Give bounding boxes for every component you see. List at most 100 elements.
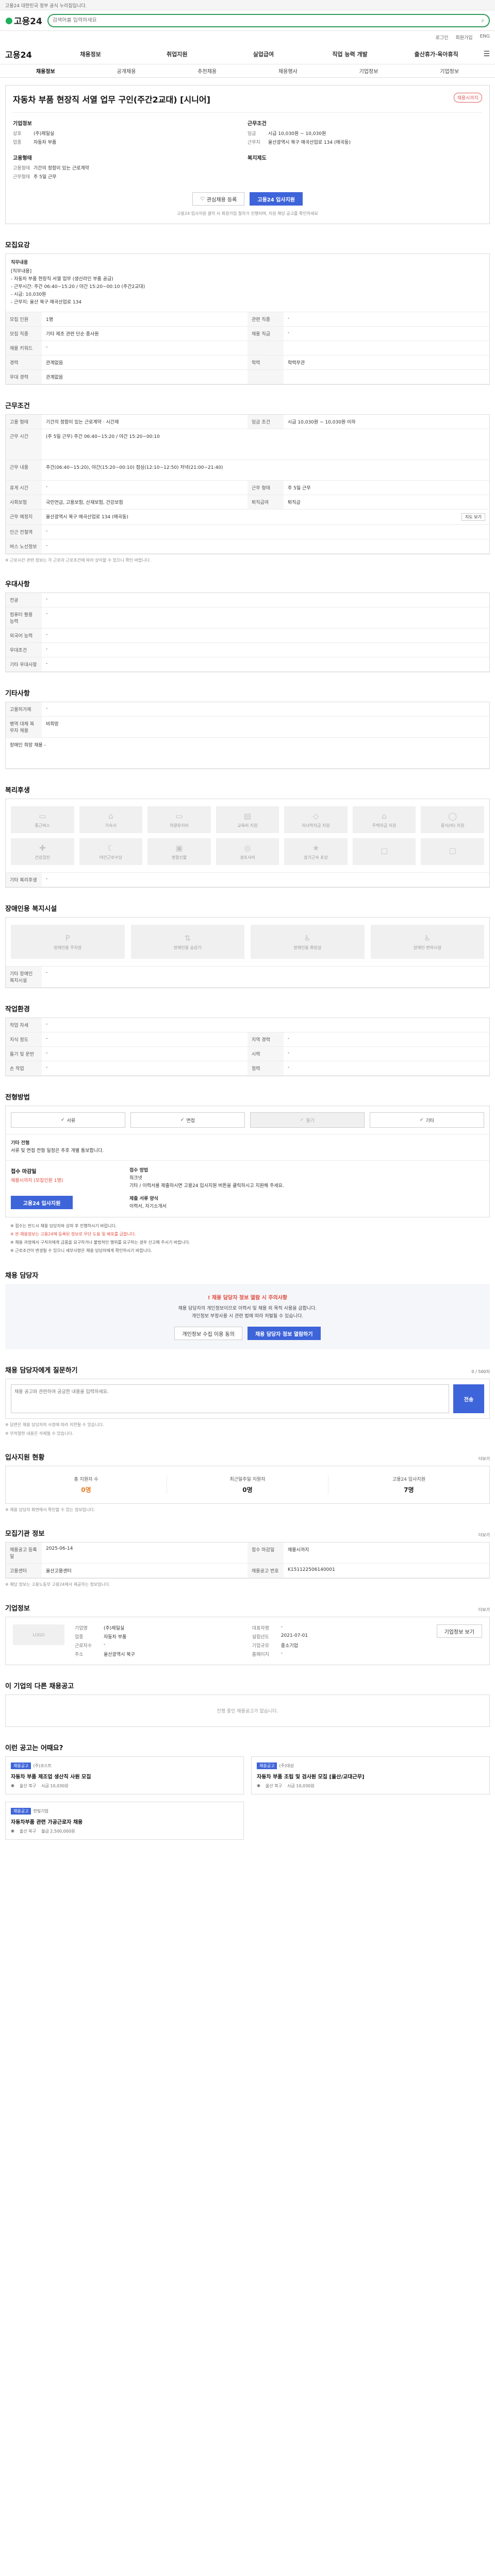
method-interview: ✓ 면접 <box>130 1112 245 1128</box>
company-more-link[interactable]: 더보기 <box>478 1607 490 1613</box>
check-icon: ✓ <box>180 1117 185 1123</box>
view-contact-button[interactable]: 채용 담당자 정보 열람하기 <box>247 1327 321 1340</box>
deadline-date: 채용시까지 (모집인원 1명) <box>11 1178 63 1183</box>
disabled-section-title: 장애인용 복지시설 <box>5 905 57 913</box>
nav-item-leave[interactable]: 출산휴가·육아휴직 <box>393 50 480 58</box>
company-info-button[interactable]: 기업정보 보기 <box>436 1624 482 1638</box>
welfare-item: ▢ <box>352 838 416 865</box>
warning-icon: ! <box>207 1295 210 1301</box>
warning-list: ※ 접수는 반드시 채용 담당자와 상의 후 진행하시기 바랍니다. ※ 본 채… <box>10 1224 190 1253</box>
cap-icon: ◇ <box>312 811 319 821</box>
recommend-list: 채용공고 (주)코스트 자동차 부품 제조업 생산직 사원 모집 ◉ 울산 북구 시급… <box>5 1756 490 1840</box>
disabled-item: ⇅ 장애인용 승강기 <box>130 925 244 959</box>
save-job-button[interactable]: ♡ 관심채용 등록 <box>192 192 245 206</box>
work-table: 고용 형태 기간의 정함이 있는 근로계약 · 시간제 임금 조건 시급 10,030… <box>6 415 489 554</box>
welfare-item: ★ 장기근속 포상 <box>284 838 348 865</box>
check-icon: ✓ <box>419 1117 424 1123</box>
welfare-title: 복지제도 <box>248 156 267 161</box>
subnav-item-4[interactable]: 기업정보 <box>328 67 409 75</box>
welfare-section-title: 복리후생 <box>5 787 30 794</box>
gift-icon: ▣ <box>175 843 183 853</box>
nav-item-support[interactable]: 취업지원 <box>134 50 220 58</box>
method-other: ✓ 기타 <box>370 1112 484 1128</box>
stats-section-title: 입사지원 현황 <box>5 1454 45 1462</box>
subnav-item-3[interactable]: 채용행사 <box>248 67 328 75</box>
apply-button[interactable]: 고용24 입사지원 <box>250 192 303 206</box>
recommend-card[interactable]: 채용공고 한빛기업 자동차부품 관련 가공근로자 채용 ◉ 울산 북구 월급 2,50… <box>5 1802 244 1840</box>
site-logo[interactable]: ● 고용24 <box>5 14 42 27</box>
recruit-table: 모집 인원 1명 관련 직종 - 모집 직종 기타 제조 관련 단순 종사원 채용 직급 -… <box>6 312 489 384</box>
signup-link[interactable]: 회원가입 <box>455 34 472 41</box>
lang-link[interactable]: ENG <box>480 34 490 41</box>
welfare-item: ◇ 자녀학자금 지원 <box>284 806 348 833</box>
consent-button[interactable]: 개인정보 수집 이용 동의 <box>174 1327 242 1340</box>
recommend-card[interactable]: 채용공고 (주)코스트 자동차 부품 제조업 생산직 사원 모집 ◉ 울산 북구 시급… <box>5 1756 244 1794</box>
search-icon[interactable]: ⌕ <box>481 16 485 24</box>
check-icon: ✓ <box>60 1117 65 1123</box>
elevator-icon: ⇅ <box>184 933 191 943</box>
welfare-item: ▣ 명절선물 <box>147 838 211 865</box>
login-link[interactable]: 로그인 <box>436 34 449 41</box>
welfare-item: ▤ 교육비 지원 <box>216 806 279 833</box>
env-section-title: 작업환경 <box>5 1006 30 1013</box>
other-box: 고용허가제 - 병역 대체 복무자 채용 비희망 장애인 희망 채용 - <box>5 702 490 769</box>
facility-icon: ♿ <box>424 933 431 943</box>
method-section-title: 전형방법 <box>5 1094 30 1101</box>
book-icon: ▤ <box>243 811 252 821</box>
apply-button-bottom[interactable]: 고용24 입사지원 <box>11 1196 73 1209</box>
info-box: 채용공고 등록일 2025-06-14 접수 마감일 채용시까지 고용센터 울산고용센터… <box>5 1542 490 1579</box>
contact-notice: ! 채용 담당자 정보 열람 시 주의사항 채용 담당자의 개인정보이므로 이력… <box>5 1284 490 1349</box>
stats-box: 총 지원자 수 0명 최근일주일 지원자 0명 고용24 입사지원 7명 <box>5 1466 490 1504</box>
apply-note: 고용24 입사지원 클릭 시 회원가입 절차가 진행되며, 지원 해당 공고를 … <box>177 211 318 216</box>
welfare-item: ◎ 경조사비 <box>216 838 279 865</box>
welfare-item: ▭ 차량유지비 <box>147 806 211 833</box>
map-view-button[interactable]: 지도 보기 <box>461 513 485 521</box>
job-title: 자동차 부품 현장직 서열 업무 구인(주간2교대) [시니어] <box>13 95 210 105</box>
disabled-box: P 장애인용 주차장 ⇅ 장애인용 승강기 ♿ 장애인용 화장실 ♿ 장애인 편의시설 … <box>5 917 490 988</box>
recommend-section-title: 이런 공고는 어때요? <box>5 1744 63 1752</box>
stats-more-link[interactable]: 더보기 <box>478 1456 490 1462</box>
meal-icon: ◯ <box>448 811 457 821</box>
nav-item-jobs[interactable]: 채용정보 <box>47 50 134 58</box>
welfare-item: ▢ <box>421 838 484 865</box>
welfare-item: ✚ 건강검진 <box>11 838 74 865</box>
method-box: ✓ 서류 ✓ 면접 ✓ 필기 ✓ 기타 기타 전형 서류 및 면접 전형 일정은 추후 … <box>5 1106 490 1217</box>
info-more-link[interactable]: 더보기 <box>478 1532 490 1538</box>
send-button[interactable]: 전송 <box>453 1384 484 1413</box>
deadline-badge: 채용시까지 <box>453 93 482 103</box>
env-box: 작업 자세 - 지식 정도 - 지역 경력 - 들기 및 운반 - 시력 - 손 작업 - 청력 - <box>5 1018 490 1076</box>
moon-icon: ☾ <box>107 843 114 853</box>
hamburger-icon[interactable]: ☰ <box>480 50 490 58</box>
house-icon: ⌂ <box>108 811 113 821</box>
nav-item-benefit[interactable]: 실업급여 <box>220 50 307 58</box>
work-note: ※ 근로시간 관련 정보는 각 근로자 근로조건에 따라 상이할 수 있으니 확… <box>5 558 151 563</box>
nav-logo[interactable]: 고용24 <box>5 48 32 60</box>
disabled-item: ♿ 장애인 편의시설 <box>370 925 484 959</box>
contact-section-title: 채용 담당자 <box>5 1272 39 1280</box>
welfare-item: ☾ 야간근로수당 <box>79 838 143 865</box>
recommend-card[interactable]: 채용공고 (주)대성 자동차 부품 조립 및 검사원 모집 [울산/교대근무] ◉… <box>251 1756 490 1794</box>
subnav-item-5[interactable]: 기업정보 <box>409 67 490 75</box>
util-bar: 로그인 회원가입 ENG <box>0 31 495 44</box>
blank-icon: ▢ <box>449 846 456 855</box>
welfare-item: ⌂ 기숙사 <box>79 806 143 833</box>
recruit-box: 직무내용 [직무내용] - 자동차 부품 현장직 서열 업무 (생산라인 부품 … <box>5 253 490 385</box>
work-section-title: 근무조건 <box>5 402 30 410</box>
recruit-type-title: 고용형태 <box>13 156 32 161</box>
nav-item-training[interactable]: 직업 능력 개발 <box>307 50 393 58</box>
blank-icon: ▢ <box>381 846 388 855</box>
subnav-item-2[interactable]: 추천채용 <box>167 67 248 75</box>
search-input[interactable] <box>52 18 482 23</box>
disabled-item: ♿ 장애인용 화장실 <box>251 925 365 959</box>
inquiry-textarea[interactable] <box>11 1384 449 1413</box>
welfare-item: ▭ 통근버스 <box>11 806 74 833</box>
subnav-item-1[interactable]: 공개채용 <box>86 67 167 75</box>
subnav-item-0[interactable]: 채용정보 <box>5 67 86 75</box>
method-document: ✓ 서류 <box>11 1112 125 1128</box>
health-icon: ✚ <box>39 843 46 853</box>
welfare-item: ◯ 중식(비) 지원 <box>421 806 484 833</box>
inquiry-box: 전송 <box>5 1379 490 1419</box>
location-icon: ◉ <box>11 1828 14 1833</box>
welfare-box: ▭ 통근버스 ⌂ 기숙사 ▭ 차량유지비 ▤ 교육비 지원 ◇ 자녀학자금 지원 ⌂ 주택자… <box>5 799 490 888</box>
method-written: ✓ 필기 <box>250 1112 365 1128</box>
